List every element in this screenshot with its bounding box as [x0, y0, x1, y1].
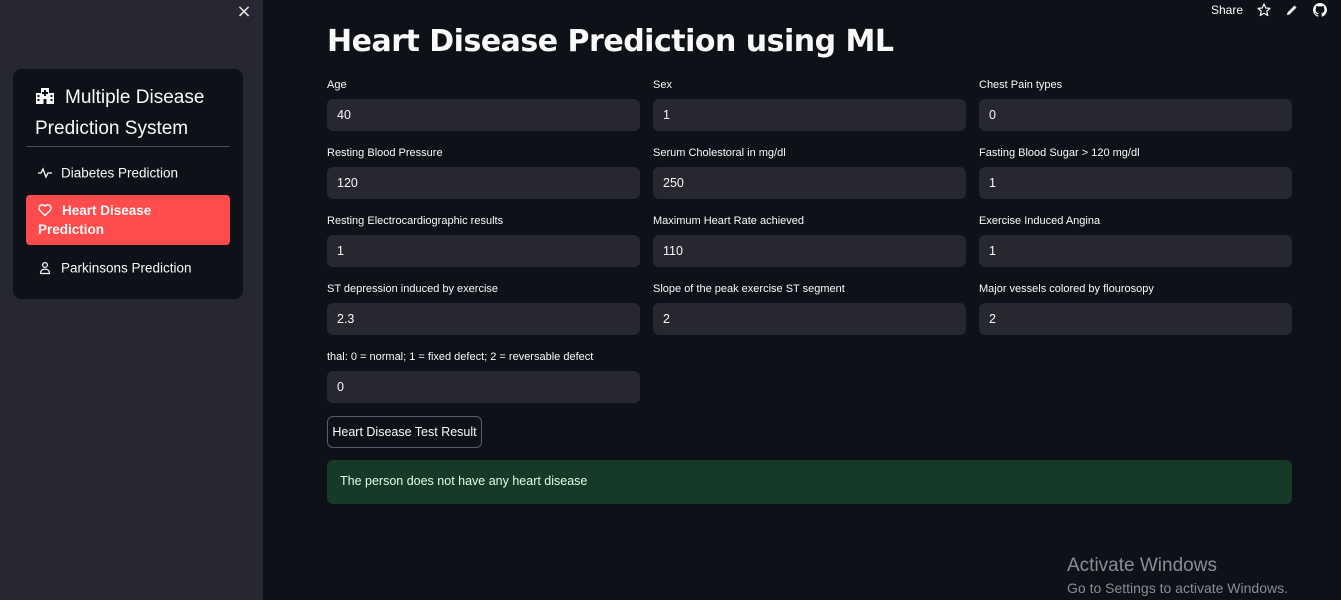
st-slope-input[interactable] [653, 303, 966, 335]
max-heart-rate-label: Maximum Heart Rate achieved [653, 215, 805, 227]
github-icon[interactable] [1313, 3, 1327, 17]
cholesterol-label: Serum Cholestoral in mg/dl [653, 147, 786, 159]
fasting-sugar-label: Fasting Blood Sugar > 120 mg/dl [979, 147, 1140, 159]
sidebar-item-parkinsons[interactable]: Parkinsons Prediction [26, 256, 230, 280]
menu-title-text: Multiple Disease Prediction System [35, 87, 205, 139]
sidebar-item-heart-disease[interactable]: Heart Disease Prediction [26, 195, 230, 245]
sex-input[interactable] [653, 99, 966, 131]
thal-input[interactable] [327, 371, 640, 403]
star-icon[interactable] [1257, 3, 1271, 17]
sex-label: Sex [653, 79, 672, 91]
menu-title: Multiple Disease Prediction System [35, 83, 231, 143]
chest-pain-input[interactable] [979, 99, 1292, 131]
angina-input[interactable] [979, 235, 1292, 267]
st-depression-input[interactable] [327, 303, 640, 335]
sidebar-item-label: Diabetes Prediction [61, 165, 179, 181]
result-message: The person does not have any heart disea… [340, 474, 588, 488]
option-menu: Multiple Disease Prediction System Diabe… [13, 69, 243, 299]
hospital-icon [35, 85, 55, 114]
activate-windows-subtitle: Go to Settings to activate Windows. [1067, 580, 1288, 596]
major-vessels-label: Major vessels colored by flourosopy [979, 283, 1154, 295]
max-heart-rate-input[interactable] [653, 235, 966, 267]
st-depression-label: ST depression induced by exercise [327, 283, 499, 295]
share-button[interactable]: Share [1211, 3, 1243, 17]
major-vessels-input[interactable] [979, 303, 1292, 335]
st-slope-label: Slope of the peak exercise ST segment [653, 283, 845, 295]
sidebar-item-label: Parkinsons Prediction [61, 260, 192, 276]
sidebar-item-label: Heart Disease Prediction [38, 203, 152, 237]
person-icon [38, 261, 52, 275]
resting-bp-input[interactable] [327, 167, 640, 199]
ecg-input[interactable] [327, 235, 640, 267]
resting-bp-label: Resting Blood Pressure [327, 147, 443, 159]
activity-icon [38, 166, 52, 180]
thal-label: thal: 0 = normal; 1 = fixed defect; 2 = … [327, 351, 594, 363]
age-input[interactable] [327, 99, 640, 131]
cholesterol-input[interactable] [653, 167, 966, 199]
ecg-label: Resting Electrocardiographic results [327, 215, 504, 227]
fasting-sugar-input[interactable] [979, 167, 1292, 199]
sidebar: × Multiple Disease Prediction System Dia… [0, 0, 263, 600]
result-alert: The person does not have any heart disea… [327, 460, 1292, 504]
age-label: Age [327, 79, 347, 91]
chest-pain-label: Chest Pain types [979, 79, 1063, 91]
angina-label: Exercise Induced Angina [979, 215, 1101, 227]
heart-disease-test-result-button[interactable]: Heart Disease Test Result [327, 416, 482, 448]
edit-icon[interactable] [1285, 3, 1299, 17]
activate-windows-title: Activate Windows [1067, 555, 1217, 576]
close-sidebar-icon[interactable]: × [236, 3, 252, 21]
page-title: Heart Disease Prediction using ML [327, 24, 894, 59]
menu-divider [26, 146, 230, 147]
sidebar-item-diabetes[interactable]: Diabetes Prediction [26, 161, 230, 185]
app-toolbar: Share [1211, 2, 1327, 18]
